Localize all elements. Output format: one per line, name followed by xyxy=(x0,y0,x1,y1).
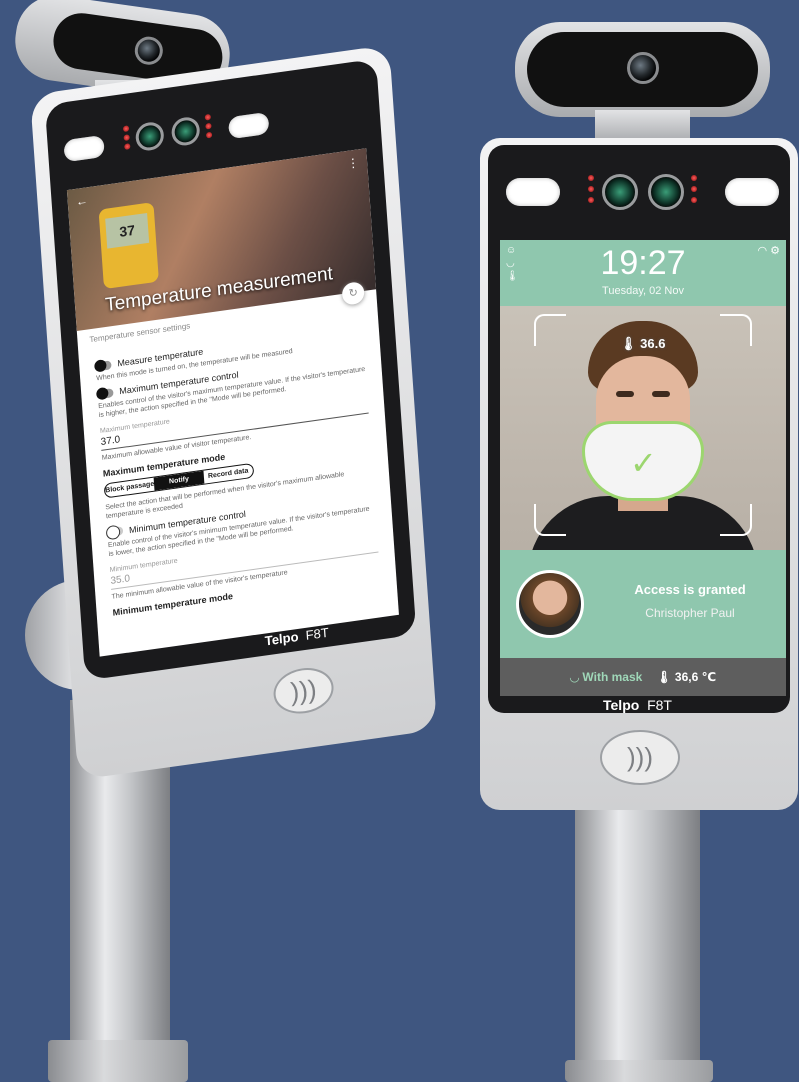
thermometer-icon: 🌡 xyxy=(506,271,519,282)
person-name: Christopher Paul xyxy=(645,606,735,620)
access-status: Access is granted xyxy=(634,582,746,597)
bottom-status-bar: ◡ With mask 🌡 36,6 ℃ xyxy=(500,658,786,696)
segment-notify[interactable]: Notify xyxy=(153,471,205,491)
right-access-screen: ☺ ◡ 🌡 ◠ ⚙ 19:27 Tuesday, 02 Nov ✓ 🌡 36.6 xyxy=(500,240,786,696)
mask-icon: ◡ xyxy=(569,670,580,684)
back-icon[interactable]: ← xyxy=(75,193,88,209)
camera-feed: ✓ 🌡 36.6 xyxy=(500,306,786,550)
right-base xyxy=(565,1060,713,1082)
temperature-status: 🌡 36,6 ℃ xyxy=(656,670,717,684)
frame-corner-tr xyxy=(720,314,752,346)
gear-icon[interactable]: ⚙ xyxy=(770,245,780,257)
segment-record-data[interactable]: Record data xyxy=(203,464,253,484)
more-vert-icon[interactable]: ⋮ xyxy=(347,155,360,171)
mask-status: ◡ With mask xyxy=(569,670,643,684)
right-ir-light-left xyxy=(506,178,560,206)
right-sensor-lens-1 xyxy=(602,174,638,210)
right-nfc-reader-icon[interactable]: ))) xyxy=(600,730,680,785)
status-bar: ☺ ◡ 🌡 ◠ ⚙ 19:27 Tuesday, 02 Nov xyxy=(500,240,786,306)
max-temperature-toggle[interactable] xyxy=(97,387,114,399)
date: Tuesday, 02 Nov xyxy=(602,285,684,297)
measure-temperature-toggle[interactable] xyxy=(95,359,112,372)
frame-corner-tl xyxy=(534,314,566,346)
frame-corner-bl xyxy=(534,504,566,536)
right-ir-light-right xyxy=(725,178,779,206)
clock: 19:27 xyxy=(600,244,686,282)
right-camera-housing xyxy=(515,22,770,117)
wifi-icon: ◠ xyxy=(757,245,768,257)
left-base xyxy=(48,1040,188,1082)
left-terminal: ← ⋮ 37 Temperature measurement Temperatu… xyxy=(0,0,438,1082)
left-terminal-body: ← ⋮ 37 Temperature measurement Temperatu… xyxy=(30,44,438,780)
face-mask: ✓ xyxy=(582,421,704,501)
mask-icon: ◡ xyxy=(506,258,515,269)
right-sensor-lens-2 xyxy=(648,174,684,210)
face-temperature-badge: 🌡 36.6 xyxy=(620,336,666,351)
right-camera-lens xyxy=(627,52,659,84)
right-brand-label: Telpo F8T xyxy=(603,697,672,713)
access-panel: Access is granted Christopher Paul xyxy=(500,550,786,658)
frame-corner-br xyxy=(720,504,752,536)
thermometer-icon: 🌡 xyxy=(656,670,672,684)
person-face: ✓ xyxy=(528,321,758,550)
left-settings-screen: ← ⋮ 37 Temperature measurement Temperatu… xyxy=(66,148,399,657)
right-pole xyxy=(575,810,700,1065)
thermometer-image: 37 xyxy=(98,202,159,290)
avatar xyxy=(516,570,584,638)
segment-block-passage[interactable]: Block passage xyxy=(105,478,155,498)
refresh-icon[interactable]: ↻ xyxy=(341,280,365,306)
min-temperature-toggle[interactable] xyxy=(106,526,124,538)
check-icon: ✓ xyxy=(630,445,657,481)
face-icon: ☺ xyxy=(506,245,517,256)
